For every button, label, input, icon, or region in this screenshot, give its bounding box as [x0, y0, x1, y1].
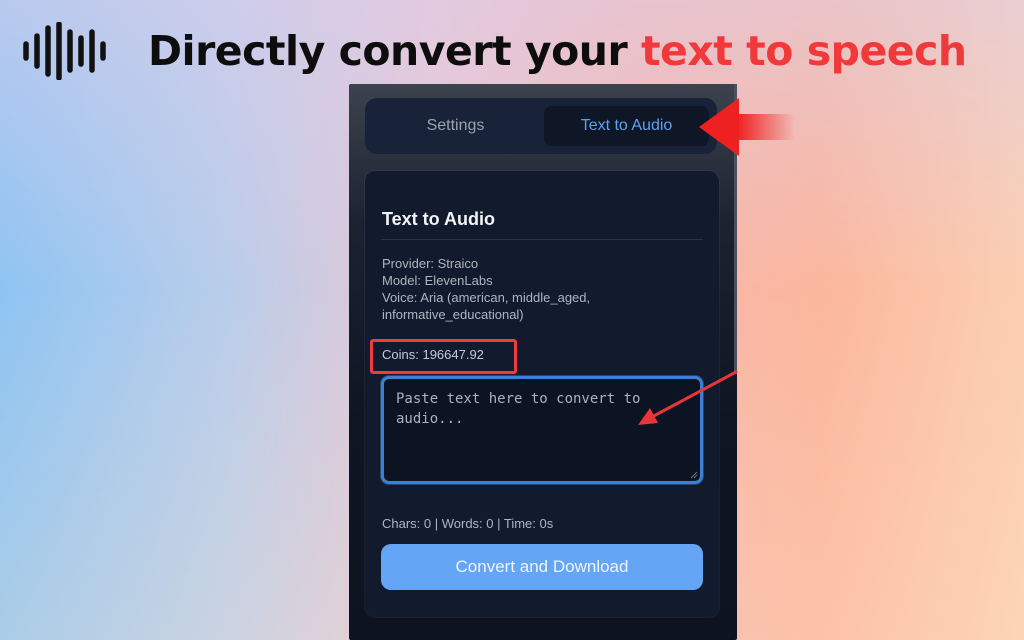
voice-info: Provider: Straico Model: ElevenLabs Voic… [382, 255, 702, 323]
soundwave-icon [23, 22, 106, 80]
headline-accent: text to speech [640, 27, 967, 75]
tab-settings[interactable]: Settings [373, 106, 538, 146]
model-text: Model: ElevenLabs [382, 273, 493, 288]
tab-text-to-audio[interactable]: Text to Audio [544, 106, 709, 146]
tab-bar: Settings Text to Audio [365, 98, 717, 154]
provider-text: Provider: Straico [382, 256, 479, 271]
text-stats: Chars: 0 | Words: 0 | Time: 0s [382, 516, 554, 531]
resize-grip-icon[interactable] [690, 471, 698, 479]
card-title: Text to Audio [382, 209, 495, 229]
arrow-left-icon [699, 98, 795, 156]
coins-highlight-box [370, 339, 517, 374]
arrow-pointer-icon [638, 370, 738, 425]
headline: Directly convert your text to speech [148, 22, 967, 80]
convert-and-download-button[interactable]: Convert and Download [381, 544, 703, 590]
headline-prefix: Directly convert your [148, 27, 641, 75]
divider [381, 239, 703, 240]
voice-text: Voice: Aria (american, middle_aged, info… [382, 290, 591, 322]
text-input-placeholder: Paste text here to convert to audio... [396, 391, 641, 427]
